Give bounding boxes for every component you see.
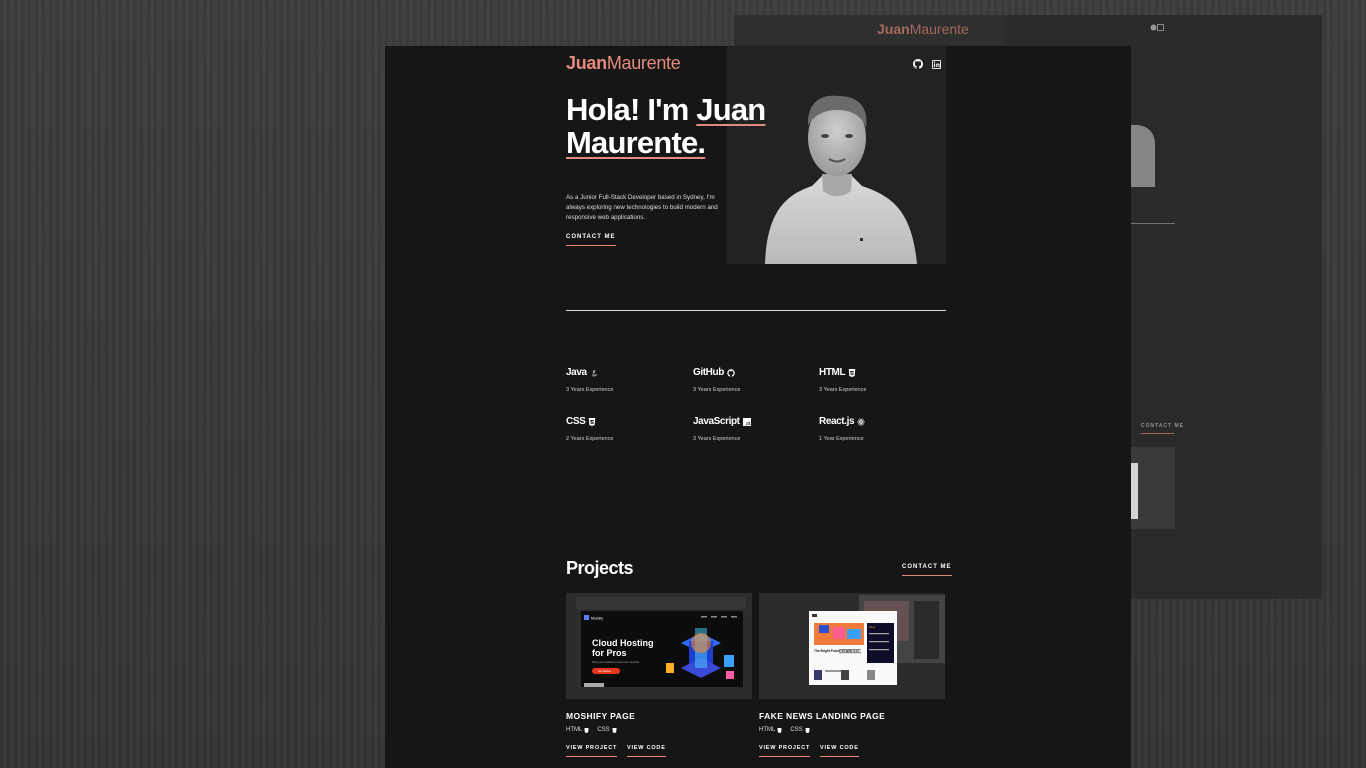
skill-javascript: JavaScript 3 Years Experience <box>693 416 803 442</box>
github-icon <box>1150 24 1157 31</box>
portfolio-window: JuanMaurente Hola! I'm Juan Maurente. As… <box>385 46 1131 768</box>
projects-heading: Projects <box>566 558 634 578</box>
skill-name: JavaScript <box>693 416 740 427</box>
projects-contact-button[interactable]: CONTACT ME <box>902 564 952 576</box>
skill-java: Java 3 Years Experience <box>566 367 676 393</box>
skill-experience: 3 Years Experience <box>693 387 741 393</box>
hero-heading-lastname: Maurente. <box>566 125 706 160</box>
view-project-link[interactable]: VIEW PROJECT <box>566 745 618 757</box>
skill-name: React.js <box>819 416 855 427</box>
project-tags: HTML CSS <box>566 727 617 733</box>
linkedin-icon <box>931 59 941 69</box>
site-logo[interactable]: JuanMaurente <box>566 53 681 74</box>
hero-description: As a Junior Full-Stack Developer based i… <box>566 194 718 221</box>
view-code-link[interactable]: VIEW CODE <box>627 745 666 757</box>
view-project-link[interactable]: VIEW PROJECT <box>759 745 811 757</box>
background-photo-fragment <box>1130 125 1155 187</box>
skill-experience: 2 Years Experience <box>566 436 614 442</box>
hero-heading-greeting: Hola! I'm <box>566 92 697 127</box>
skill-github: GitHub 3 Years Experience <box>693 367 803 393</box>
tag-html: HTML <box>566 727 589 733</box>
react-icon <box>857 418 865 425</box>
moshify-screenshot: Moshify Cloud Hosting for Pros Some your… <box>566 593 752 699</box>
linkedin-icon <box>1157 24 1164 31</box>
skill-experience: 1 Year Experience <box>819 436 864 442</box>
fake-news-side-title: New <box>869 625 876 629</box>
skill-experience: 3 Years Experience <box>819 387 867 393</box>
css3-icon <box>612 727 617 733</box>
hero-contact-button[interactable]: CONTACT ME <box>566 234 616 246</box>
css3-icon <box>805 727 810 733</box>
java-icon <box>591 369 597 376</box>
js-icon <box>742 417 751 426</box>
tag-css: CSS <box>790 727 810 733</box>
moshify-brand: Moshify <box>591 617 603 621</box>
skill-name: CSS <box>566 416 586 427</box>
skill-html: HTML 3 Years Experience <box>819 367 929 393</box>
view-code-link[interactable]: VIEW CODE <box>820 745 859 757</box>
hero-heading-firstname: Juan <box>696 92 766 127</box>
html5-icon <box>584 727 589 733</box>
skill-name: GitHub <box>693 367 724 378</box>
github-icon <box>727 368 735 377</box>
background-logo: JuanMaurente <box>877 21 969 37</box>
skill-experience: 3 Years Experience <box>566 387 614 393</box>
skill-name: HTML <box>819 367 846 378</box>
tag-html: HTML <box>759 727 782 733</box>
section-divider <box>566 310 946 311</box>
skill-css: CSS 2 Years Experience <box>566 416 676 442</box>
github-link[interactable] <box>913 59 923 69</box>
linkedin-link[interactable] <box>931 59 941 69</box>
tag-css: CSS <box>597 727 617 733</box>
moshify-cta: Get Started <box>598 670 611 673</box>
html5-icon <box>777 727 782 733</box>
project-tags: HTML CSS <box>759 727 810 733</box>
fake-news-screenshot: New The Bright Future of Web 3.0? <box>759 593 945 699</box>
logo-first-name: Juan <box>566 53 607 73</box>
background-card-strip <box>1130 463 1138 519</box>
skill-name: Java <box>566 367 587 378</box>
css3-icon <box>589 417 596 426</box>
moshify-headline-1: Cloud Hosting <box>592 638 654 648</box>
background-contact-link: CONTACT ME <box>1141 423 1184 429</box>
project-title: MOSHIFY PAGE <box>566 711 636 721</box>
skill-experience: 3 Years Experience <box>693 436 741 442</box>
html5-icon <box>848 368 856 377</box>
moshify-subtext: Some your website in a few more seconds <box>592 661 640 664</box>
background-divider <box>1130 223 1175 224</box>
project-title: FAKE NEWS LANDING PAGE <box>759 711 886 721</box>
project-thumbnail-moshify[interactable]: Moshify Cloud Hosting for Pros Some your… <box>566 593 752 699</box>
moshify-headline-2: for Pros <box>592 648 627 658</box>
github-icon <box>913 59 923 69</box>
project-thumbnail-fake-news[interactable]: New The Bright Future of Web 3.0? <box>759 593 945 699</box>
background-social-icons <box>1150 23 1164 33</box>
background-contact-underline <box>1141 433 1174 434</box>
hero-heading: Hola! I'm Juan Maurente. <box>566 93 826 159</box>
logo-last-name: Maurente <box>606 53 681 73</box>
skill-react: React.js 1 Year Experience <box>819 416 929 442</box>
